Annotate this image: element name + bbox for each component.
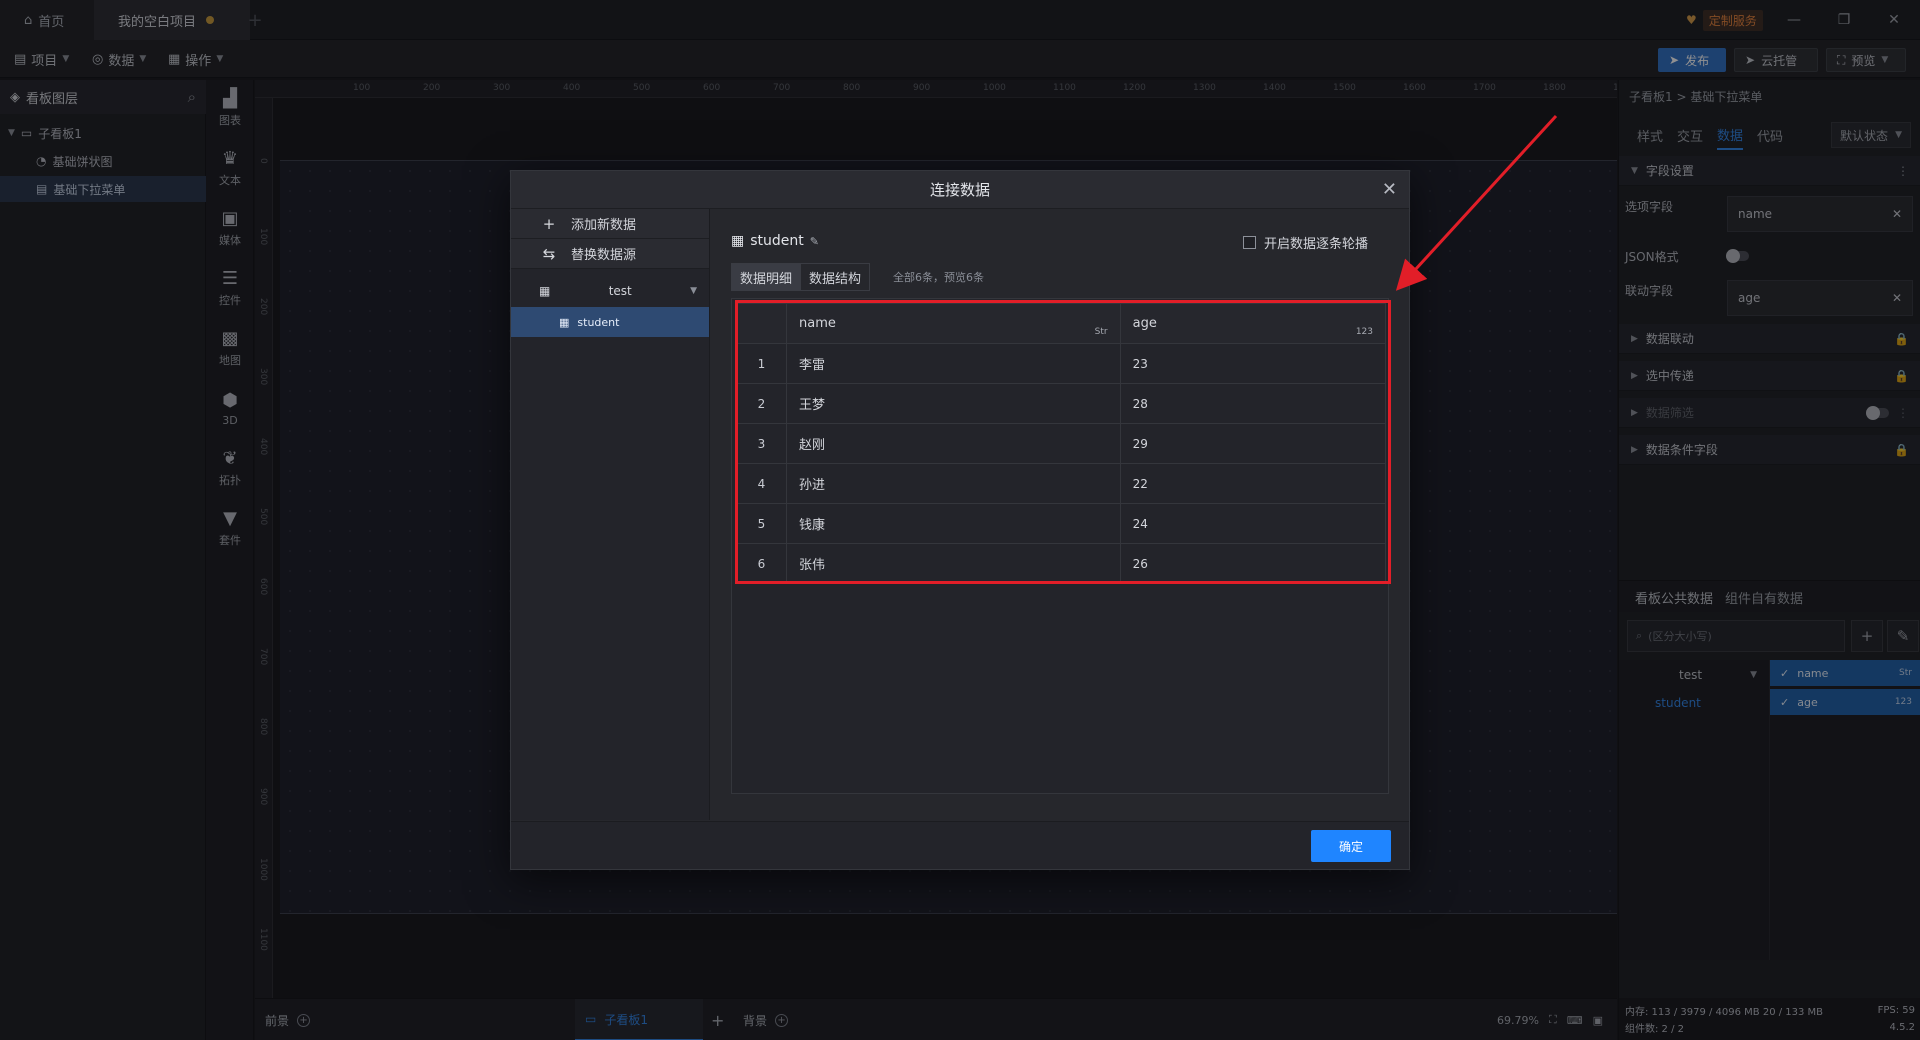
number-type-icon: 123 <box>1355 327 1373 337</box>
table-icon: ▦ <box>559 315 570 329</box>
data-source-list: + 添加新数据 ⇆ 替换数据源 ▦ test ▼ ▦ student <box>511 209 710 820</box>
table-title: ▦ student ✎ <box>731 233 819 249</box>
cell-age: 23 <box>1119 343 1387 384</box>
cell-age: 26 <box>1119 543 1387 584</box>
connect-data-dialog: 连接数据 ✕ + 添加新数据 ⇆ 替换数据源 ▦ test ▼ ▦ studen… <box>510 170 1410 870</box>
data-detail-tab[interactable]: 数据明细 <box>732 264 801 290</box>
cell-name: 钱康 <box>786 503 1121 544</box>
replace-source-label: 替换数据源 <box>571 248 637 263</box>
dialog-title: 连接数据 <box>929 181 990 199</box>
confirm-button[interactable]: 确定 <box>1311 830 1391 862</box>
data-source-test[interactable]: ▦ test ▼ <box>511 275 709 307</box>
carousel-label: 开启数据逐条轮播 <box>1264 237 1369 252</box>
table-icon: ▦ <box>539 284 551 298</box>
data-preview: name Str age 123 1 李雷 23 2 王梦 28 3 赵刚 29… <box>731 298 1389 794</box>
data-structure-tab[interactable]: 数据结构 <box>800 264 869 290</box>
carousel-checkbox[interactable] <box>1243 236 1256 249</box>
column-name: name <box>799 316 836 331</box>
column-header-age: age 123 <box>1119 303 1387 344</box>
cell-name: 张伟 <box>786 543 1121 584</box>
data-source-name: test <box>608 284 632 298</box>
row-index: 3 <box>736 423 787 464</box>
table-row: 5 钱康 24 <box>736 503 1387 544</box>
cell-age: 28 <box>1119 383 1387 424</box>
table-icon: ▦ <box>731 233 745 249</box>
annotation-arrow <box>1395 114 1558 291</box>
row-index: 5 <box>736 503 787 544</box>
data-table-name: student <box>577 315 620 329</box>
cell-age: 22 <box>1119 463 1387 504</box>
table-header-row: name Str age 123 <box>736 303 1387 344</box>
table-row: 3 赵刚 29 <box>736 423 1387 464</box>
carousel-option[interactable]: 开启数据逐条轮播 <box>1243 233 1368 252</box>
table-row: 4 孙进 22 <box>736 463 1387 504</box>
row-index: 4 <box>736 463 787 504</box>
plus-icon: + <box>542 214 556 233</box>
cell-age: 29 <box>1119 423 1387 464</box>
cell-name: 赵刚 <box>786 423 1121 464</box>
table-row: 6 张伟 26 <box>736 543 1387 584</box>
add-new-data-button[interactable]: + 添加新数据 <box>511 209 709 239</box>
row-index: 6 <box>736 543 787 584</box>
string-type-icon: Str <box>1094 327 1108 337</box>
index-header <box>736 303 787 344</box>
table-row: 2 王梦 28 <box>736 383 1387 424</box>
chevron-down-icon: ▼ <box>690 286 697 296</box>
cell-name: 王梦 <box>786 383 1121 424</box>
cell-name: 孙进 <box>786 463 1121 504</box>
table-row: 1 李雷 23 <box>736 343 1387 384</box>
column-header-name: name Str <box>786 303 1121 344</box>
data-table-student[interactable]: ▦ student <box>511 307 709 337</box>
table-title-label: student <box>750 233 804 249</box>
cell-age: 24 <box>1119 503 1387 544</box>
cell-name: 李雷 <box>786 343 1121 384</box>
dialog-header: 连接数据 <box>511 171 1409 209</box>
add-new-data-label: 添加新数据 <box>571 218 637 233</box>
view-toggle: 数据明细 数据结构 <box>731 263 871 291</box>
column-name: age <box>1132 316 1157 331</box>
replace-source-button[interactable]: ⇆ 替换数据源 <box>511 239 709 269</box>
row-count-info: 全部6条，预览6条 <box>893 271 984 284</box>
arrow-line <box>1395 114 1558 291</box>
swap-icon: ⇆ <box>542 244 556 263</box>
dialog-footer: 确定 <box>511 821 1409 869</box>
data-table: name Str age 123 1 李雷 23 2 王梦 28 3 赵刚 29… <box>736 303 1387 584</box>
row-index: 1 <box>736 343 787 384</box>
row-index: 2 <box>736 383 787 424</box>
edit-icon[interactable]: ✎ <box>810 235 819 248</box>
